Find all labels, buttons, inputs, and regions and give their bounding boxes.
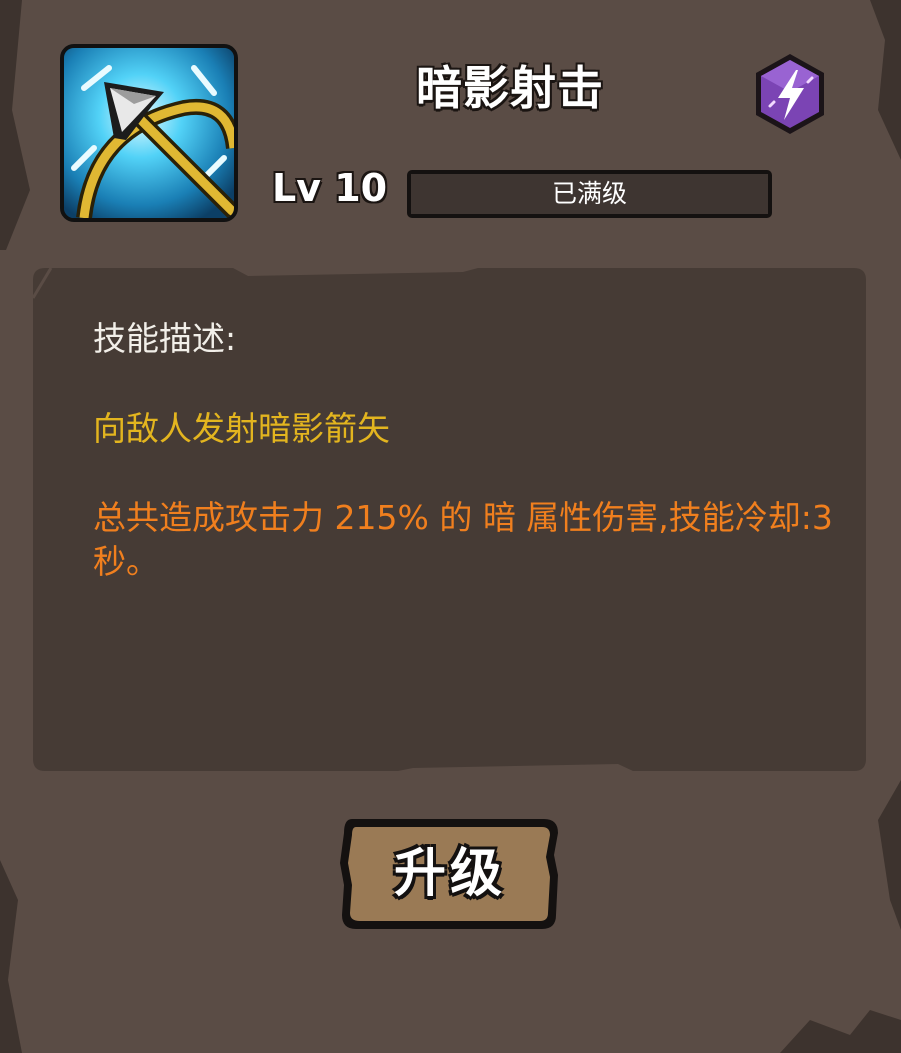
upgrade-button[interactable]: 升级 bbox=[338, 815, 562, 933]
lightning-icon bbox=[756, 54, 824, 134]
level-status: 已满级 bbox=[551, 179, 627, 208]
skill-detail-panel: 暗影射击 Lv 10 已满级 技能描述: 向敌人发射暗影箭矢 总共造成攻击力 2… bbox=[0, 0, 901, 1053]
upgrade-button-label: 升级 bbox=[393, 844, 506, 904]
description-details: 总共造成攻击力 215% 的 暗 属性伤害,技能冷却:3秒。 bbox=[93, 498, 833, 581]
description-summary: 向敌人发射暗影箭矢 bbox=[93, 409, 390, 448]
skill-title: 暗影射击 bbox=[416, 61, 604, 115]
description-heading: 技能描述: bbox=[93, 319, 237, 358]
level-label: Lv 10 bbox=[272, 166, 388, 210]
skill-icon bbox=[60, 44, 238, 222]
level-progress-bar: 已满级 bbox=[407, 170, 772, 218]
element-badge bbox=[752, 52, 828, 136]
shadow-arrow-icon bbox=[64, 48, 234, 218]
